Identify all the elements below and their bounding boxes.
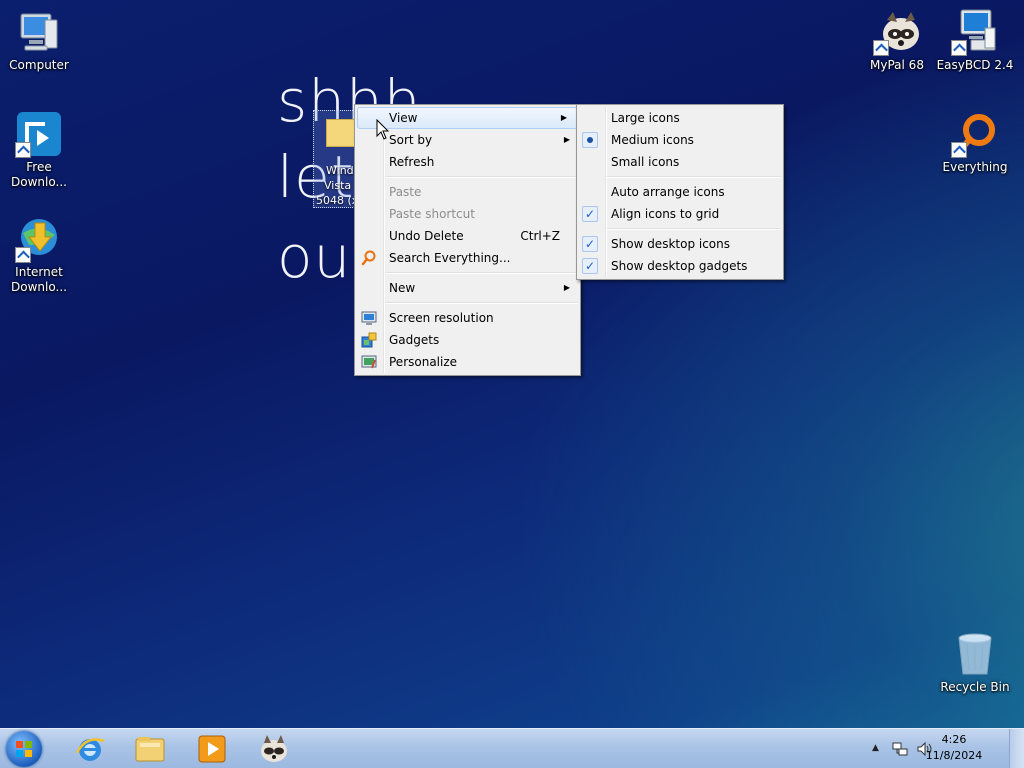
desktop-context-menu: View ▶ Sort by ▶ Refresh Paste Paste short… [354, 104, 581, 376]
submenu-arrow-icon: ▶ [560, 113, 567, 122]
desktop-icon-label: EasyBCD 2.4 [936, 58, 1014, 72]
internet-explorer-icon[interactable] [74, 733, 106, 765]
taskbar: ▲ 4:26 11/8/2024 [0, 728, 1024, 768]
menu-item-label: Small icons [611, 155, 680, 169]
menu-item-label: Refresh [389, 155, 435, 169]
windows-logo-icon [16, 741, 32, 757]
desktop-icon-label: Everything [942, 160, 1008, 174]
menu-item-screen-resolution[interactable]: Screen resolution [355, 307, 580, 329]
menu-item-label: New [389, 281, 416, 295]
menu-item-view[interactable]: View ▶ [357, 107, 578, 129]
menu-item-personalize[interactable]: Personalize [355, 351, 580, 373]
submenu-arrow-icon: ▶ [563, 283, 570, 292]
menu-item-label: Paste [389, 185, 422, 199]
view-submenu: Large icons Medium icons Small icons Aut… [576, 104, 784, 280]
selected-item-label: Wind Vista 5048 (x [316, 163, 358, 208]
menu-item-shortcut: Ctrl+Z [520, 229, 560, 243]
menu-item-search-everything[interactable]: Search Everything... [355, 247, 580, 269]
submenu-item-show-desktop-gadgets[interactable]: ✓ Show desktop gadgets [577, 255, 783, 277]
computer-icon [15, 8, 63, 56]
submenu-item-small-icons[interactable]: Small icons [577, 151, 783, 173]
desktop-icon-label: Recycle Bin [940, 680, 1010, 694]
menu-item-label: Auto arrange icons [611, 185, 725, 199]
desktop-icon-free-download-manager[interactable]: Free Downlo... [0, 110, 78, 190]
menu-item-label: Align icons to grid [611, 207, 720, 221]
network-icon[interactable] [892, 741, 908, 761]
desktop-icon-mypal[interactable]: MyPal 68 [858, 8, 936, 73]
free-download-manager-icon [15, 110, 63, 158]
taskbar-clock[interactable]: 4:26 11/8/2024 [914, 732, 994, 764]
submenu-item-medium-icons[interactable]: Medium icons [577, 129, 783, 151]
magnifier-icon [361, 250, 377, 266]
submenu-item-large-icons[interactable]: Large icons [577, 107, 783, 129]
menu-item-label: Screen resolution [389, 311, 494, 325]
clock-time: 4:26 [941, 733, 967, 746]
desktop-icon-easybcd[interactable]: EasyBCD 2.4 [936, 8, 1014, 73]
desktop-icon-everything[interactable]: Everything [936, 110, 1014, 175]
desktop-icon-internet-download-manager[interactable]: Internet Downlo... [0, 215, 78, 295]
desktop-icon-recycle-bin[interactable]: Recycle Bin [936, 630, 1014, 695]
gadgets-icon [361, 332, 377, 348]
menu-item-label: Gadgets [389, 333, 440, 347]
clock-date: 11/8/2024 [925, 749, 983, 762]
menu-item-refresh[interactable]: Refresh [355, 151, 580, 173]
personalize-icon [361, 354, 377, 370]
menu-item-label: Undo Delete [389, 229, 464, 243]
checkmark-icon: ✓ [582, 258, 598, 274]
show-hidden-icons-chevron-icon[interactable]: ▲ [872, 743, 879, 753]
checkmark-icon: ✓ [582, 206, 598, 222]
recycle-bin-icon [951, 630, 999, 678]
checkmark-icon: ✓ [582, 236, 598, 252]
menu-separator [385, 176, 578, 178]
show-desktop-button[interactable] [1009, 729, 1024, 768]
internet-download-manager-icon [15, 215, 63, 263]
menu-item-gadgets[interactable]: Gadgets [355, 329, 580, 351]
shortcut-arrow-icon [951, 142, 967, 158]
selected-item-label-line: Vista [324, 179, 352, 192]
monitor-icon [361, 310, 377, 326]
media-player-icon[interactable] [196, 733, 228, 765]
easybcd-icon [951, 8, 999, 56]
desktop-icon-computer[interactable]: Computer [0, 8, 78, 73]
mouse-cursor-icon [376, 119, 390, 140]
desktop-icon-label: Computer [9, 58, 69, 72]
menu-item-label: Search Everything... [389, 251, 511, 265]
menu-item-label: Sort by [389, 133, 433, 147]
menu-item-label: Show desktop icons [611, 237, 731, 251]
shortcut-arrow-icon [15, 142, 31, 158]
submenu-item-show-desktop-icons[interactable]: ✓ Show desktop icons [577, 233, 783, 255]
start-button[interactable] [6, 731, 42, 767]
menu-item-label: Show desktop gadgets [611, 259, 748, 273]
menu-separator [607, 176, 781, 178]
menu-item-label: View [389, 111, 418, 125]
mypal-raccoon-icon [873, 8, 921, 56]
menu-item-label: Large icons [611, 111, 680, 125]
menu-separator [385, 272, 578, 274]
shortcut-arrow-icon [873, 40, 889, 56]
menu-item-label: Personalize [389, 355, 458, 369]
everything-search-icon [951, 110, 999, 158]
menu-item-paste-shortcut: Paste shortcut [355, 203, 580, 225]
menu-separator [607, 228, 781, 230]
menu-item-label: Medium icons [611, 133, 694, 147]
desktop-icon-label: Internet Downlo... [11, 265, 67, 294]
selected-item-label-line: 5048 (x [316, 194, 359, 207]
shortcut-arrow-icon [951, 40, 967, 56]
menu-item-label: Paste shortcut [389, 207, 475, 221]
shortcut-arrow-icon [15, 247, 31, 263]
submenu-arrow-icon: ▶ [563, 135, 570, 144]
submenu-item-auto-arrange[interactable]: Auto arrange icons [577, 181, 783, 203]
windows-explorer-icon[interactable] [134, 733, 166, 765]
menu-item-new[interactable]: New ▶ [355, 277, 580, 299]
radio-selected-icon [582, 132, 598, 148]
menu-item-undo-delete[interactable]: Undo Delete Ctrl+Z [355, 225, 580, 247]
mypal-icon[interactable] [258, 733, 290, 765]
selected-item-label-line: Wind [326, 164, 354, 177]
submenu-item-align-to-grid[interactable]: ✓ Align icons to grid [577, 203, 783, 225]
menu-separator [385, 302, 578, 304]
menu-item-paste: Paste [355, 181, 580, 203]
desktop-icon-label: MyPal 68 [870, 58, 924, 72]
desktop-icon-label: Free Downlo... [11, 160, 67, 189]
